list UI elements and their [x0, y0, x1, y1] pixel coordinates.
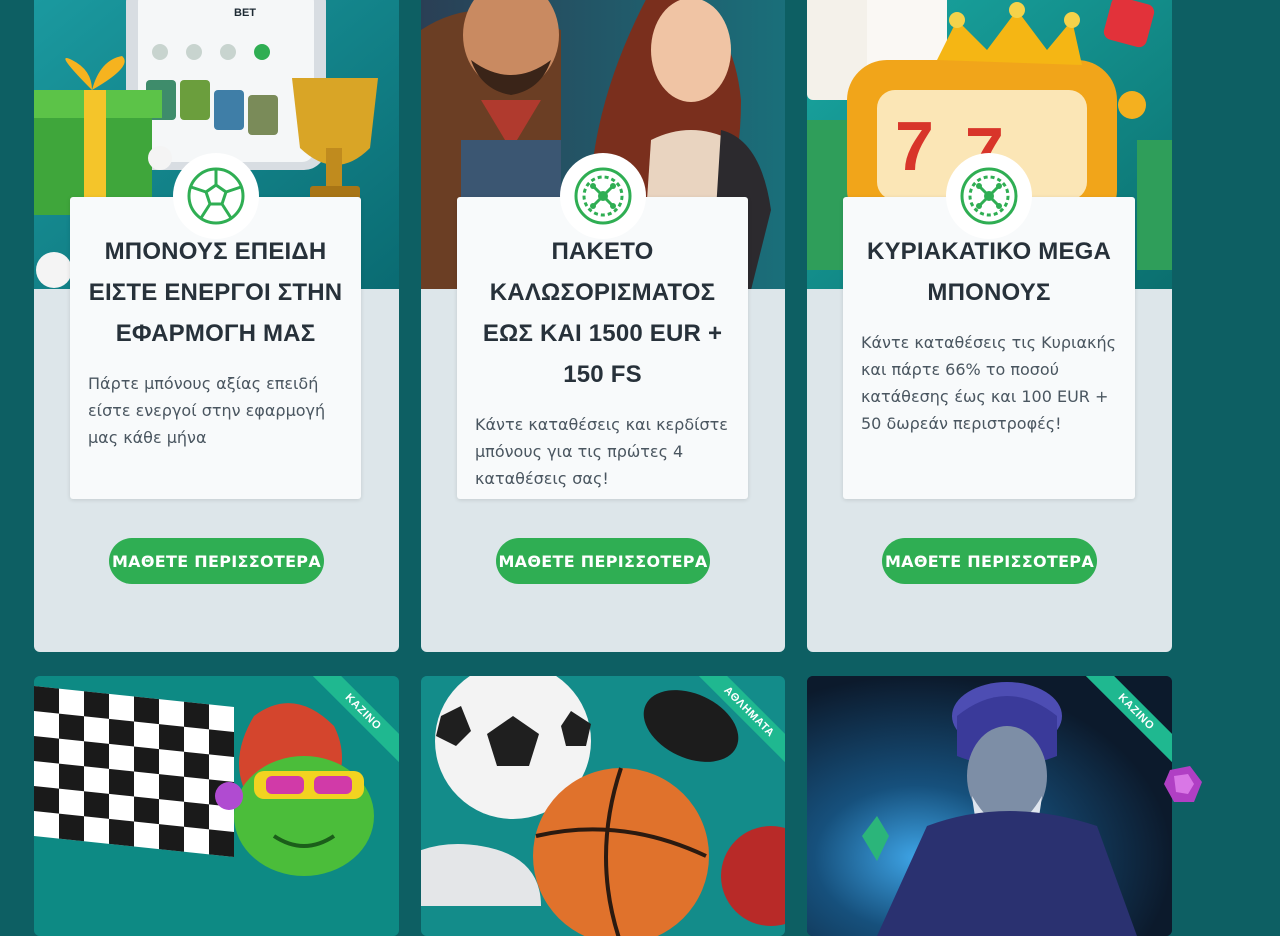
promo-card: BET ΜΠΟΝΟΥΣ ΕΠΕΙΔΗ ΕΙΣΤΕ ΕΝΕΡΓΟΙ ΣΤΗΝ ΕΦ…: [34, 0, 399, 652]
promo-info-box: ΚΥΡΙΑΚΑΤΙΚΟ MEGA ΜΠΟΝΟΥΣ Κάντε καταθέσει…: [843, 153, 1135, 499]
promo-title: ΚΥΡΙΑΚΑΤΙΚΟ MEGA ΜΠΟΝΟΥΣ: [866, 238, 1112, 306]
ribbon-label: ΑΘΛΗΜΑΤΑ: [689, 676, 785, 772]
svg-text:7: 7: [895, 107, 934, 185]
promo-title: ΠΑΚΕΤΟ ΚΑΛΩΣΟΡΙΣΜΑΤΟΣ ΕΩΣ ΚΑΙ 1500 EUR +…: [482, 238, 723, 388]
category-ribbon: ΚΑΖΙΝΟ: [1076, 676, 1172, 772]
category-ribbon: ΑΘΛΗΜΑΤΑ: [689, 676, 785, 772]
category-ribbon: ΚΑΖΙΝΟ: [303, 676, 399, 772]
ribbon-label: ΚΑΖΙΝΟ: [303, 676, 399, 772]
promo-card[interactable]: ΚΑΖΙΝΟ: [807, 676, 1172, 936]
promo-info-box: ΠΑΚΕΤΟ ΚΑΛΩΣΟΡΙΣΜΑΤΟΣ ΕΩΣ ΚΑΙ 1500 EUR +…: [457, 153, 748, 499]
promo-description: Πάρτε μπόνους αξίας επειδή είστε ενεργοί…: [88, 374, 326, 447]
promo-card: ΠΑΚΕΤΟ ΚΑΛΩΣΟΡΙΣΜΑΤΟΣ ΕΩΣ ΚΑΙ 1500 EUR +…: [421, 0, 785, 652]
promo-info-box: ΜΠΟΝΟΥΣ ΕΠΕΙΔΗ ΕΙΣΤΕ ΕΝΕΡΓΟΙ ΣΤΗΝ ΕΦΑΡΜΟ…: [70, 153, 361, 499]
soccer-ball-icon: [172, 153, 259, 239]
promo-title: ΜΠΟΝΟΥΣ ΕΠΕΙΔΗ ΕΙΣΤΕ ΕΝΕΡΓΟΙ ΣΤΗΝ ΕΦΑΡΜΟ…: [88, 238, 343, 347]
roulette-icon: [559, 153, 646, 239]
promo-description: Κάντε καταθέσεις τις Κυριακής και πάρτε …: [861, 333, 1116, 433]
learn-more-button[interactable]: ΜΑΘΕΤΕ ΠΕΡΙΣΣΟΤΕΡΑ: [882, 538, 1097, 584]
app-logo-text: BET: [234, 7, 256, 19]
learn-more-button[interactable]: ΜΑΘΕΤΕ ΠΕΡΙΣΣΟΤΕΡΑ: [109, 538, 324, 584]
roulette-icon: [946, 153, 1032, 239]
gem-decoration: [1164, 766, 1202, 802]
promo-description: Κάντε καταθέσεις και κερδίστε μπόνους γι…: [475, 415, 728, 488]
learn-more-button[interactable]: ΜΑΘΕΤΕ ΠΕΡΙΣΣΟΤΕΡΑ: [496, 538, 710, 584]
promo-card[interactable]: ΚΑΖΙΝΟ: [34, 676, 399, 936]
promo-card: 7 7 ΚΥΡΙΑΚΑΤΙΚΟ MEGA ΜΠΟΝΟΥΣ Κάντε καταθ…: [807, 0, 1172, 652]
ribbon-label: ΚΑΖΙΝΟ: [1076, 676, 1172, 772]
promo-card[interactable]: ΑΘΛΗΜΑΤΑ: [421, 676, 785, 936]
